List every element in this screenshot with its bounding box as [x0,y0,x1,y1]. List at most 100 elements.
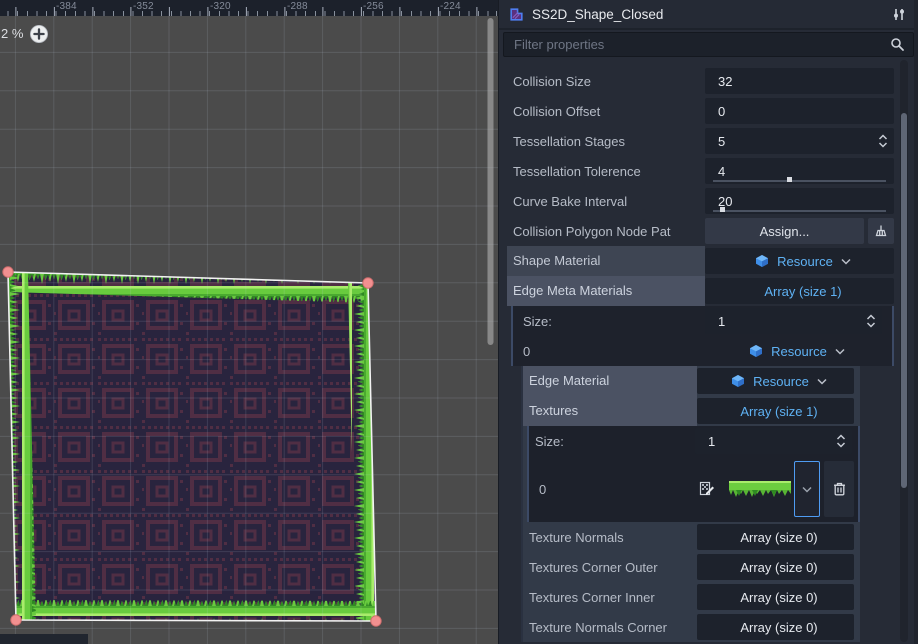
array-item-row: 0 Resource [513,336,892,366]
shape-material-resource-dropdown[interactable]: Resource [705,248,894,274]
property-label: Tessellation Tolerence [513,164,705,179]
collision-offset-input[interactable]: 0 [705,98,894,124]
value-text: 1 [708,434,832,449]
viewport-vscrollbar[interactable] [488,18,494,345]
spinbox-updown-icon[interactable] [866,314,876,328]
textures-size-spinbox[interactable]: 1 [695,428,852,454]
resource-link: Resource [753,374,809,389]
array-index-label: 0 [539,482,699,497]
spinbox-updown-icon[interactable] [878,134,888,148]
property-row-texture-normals-corner: Texture Normals Corner Array (size 0) [523,612,860,642]
property-row-shape-material: Shape Material Resource [499,246,918,276]
property-label: Texture Normals Corner [529,620,697,635]
resource-cube-icon [749,344,763,358]
resource-link: Resource [771,344,827,359]
array-link: Array (size 0) [710,590,848,605]
chevron-down-icon [835,348,845,355]
property-row-tessellation-tolerence: Tessellation Tolerence 4 [499,156,918,186]
tessellation-tolerence-slider[interactable]: 4 [705,158,894,184]
edge-material-section: Edge Material Resource Textures [521,366,860,642]
plus-circle-icon [29,24,49,44]
search-icon [890,37,905,52]
property-label: Texture Normals [529,530,697,545]
canvas-viewport[interactable]: -384 -352 -320 -288 -256 -224 2 % [0,0,498,644]
edit-resource-icon [699,481,715,497]
assign-nodepath-button[interactable]: Assign... [705,218,864,244]
property-row-collision-offset: Collision Offset 0 [499,96,918,126]
clear-nodepath-button[interactable] [868,218,894,244]
property-row-texture-normals: Texture Normals Array (size 0) [523,522,860,552]
horizontal-ruler: -384 -352 -320 -288 -256 -224 [0,0,498,16]
panel-edge [914,0,918,644]
chevron-down-icon [841,258,851,265]
tessellation-stages-spinbox[interactable]: 5 [705,128,894,154]
textures-array-panel: Size: 1 0 [527,426,860,522]
value-text: 20 [718,194,888,209]
array-link: Array (size 0) [710,530,848,545]
property-label: Collision Size [513,74,705,89]
property-row-textures: Textures Array (size 1) [523,396,860,426]
bottom-panel-corner [0,634,88,644]
texture-normals-corner-array-button[interactable]: Array (size 0) [697,614,854,640]
texture-item-row: 0 [529,456,858,522]
spinbox-updown-icon[interactable] [836,434,846,448]
slider-grabber[interactable] [787,177,792,182]
textures-corner-outer-array-button[interactable]: Array (size 0) [697,554,854,580]
property-label: Size: [523,314,705,329]
chevron-down-icon [802,486,812,493]
property-label: Textures Corner Outer [529,560,697,575]
property-row-edge-meta-materials: Edge Meta Materials Array (size 1) [499,276,918,306]
edge-material-resource-dropdown[interactable]: Resource [697,368,854,394]
ruler-label: -384 [56,1,77,12]
edit-resource-button[interactable] [699,481,715,497]
resource-cube-icon [731,374,745,388]
value-text: 0 [718,104,888,119]
array-link: Array (size 0) [710,560,848,575]
array-link: Array (size 1) [710,404,848,419]
value-text: 4 [718,164,888,179]
delete-texture-button[interactable] [824,461,854,517]
slider-track[interactable] [713,180,886,182]
resource-cube-icon [755,254,769,268]
array-size-row: Size: 1 [513,306,892,336]
property-label: Textures [523,396,697,426]
property-row-edge-material: Edge Material Resource [523,366,860,396]
filter-properties-input[interactable] [512,36,890,53]
array-link: Array (size 0) [710,620,848,635]
slider-track[interactable] [713,210,886,212]
property-label: Edge Material [523,366,697,396]
add-point-icon[interactable] [29,24,49,44]
inspector-scrollarea: Collision Size 32 Collision Offset 0 Tes… [499,60,918,642]
textures-corner-inner-array-button[interactable]: Array (size 0) [697,584,854,610]
slider-grabber[interactable] [720,207,725,212]
property-label: Tessellation Stages [513,134,705,149]
collision-size-input[interactable]: 32 [705,68,894,94]
edge-meta-materials-array-button[interactable]: Array (size 1) [705,278,894,304]
curve-bake-interval-slider[interactable]: 20 [705,188,894,214]
texture-normals-array-button[interactable]: Array (size 0) [697,524,854,550]
property-row-collision-size: Collision Size 32 [499,66,918,96]
resource-link: Resource [777,254,833,269]
inspector-scrollbar-thumb[interactable] [901,113,907,488]
ruler-label: -352 [133,1,154,12]
extra-tools-button[interactable] [889,4,909,24]
array-size-row: Size: 1 [529,426,858,456]
value-text: 1 [718,314,862,329]
edge-meta-item0-resource-dropdown[interactable]: Resource [705,338,882,364]
point-handle [371,616,381,626]
value-text: 5 [718,134,874,149]
array-link: Array (size 1) [718,284,888,299]
textures-array-button[interactable]: Array (size 1) [697,398,854,424]
filter-properties-searchbar [503,32,914,57]
property-label: Edge Meta Materials [507,276,705,306]
array-index-label: 0 [523,344,705,359]
tools-icon [892,7,906,22]
texture-resource-dropdown[interactable] [794,461,820,517]
ss2d-shape-fill[interactable] [8,272,376,621]
edge-meta-size-spinbox[interactable]: 1 [705,308,882,334]
texture-thumbnail[interactable] [729,481,791,498]
ruler-label: -224 [440,1,461,12]
ruler-label: -256 [363,1,384,12]
zoom-percent-label[interactable]: 2 % [1,26,23,41]
inspector-panel: SS2D_Shape_Closed Collision Size 32 [498,0,918,644]
